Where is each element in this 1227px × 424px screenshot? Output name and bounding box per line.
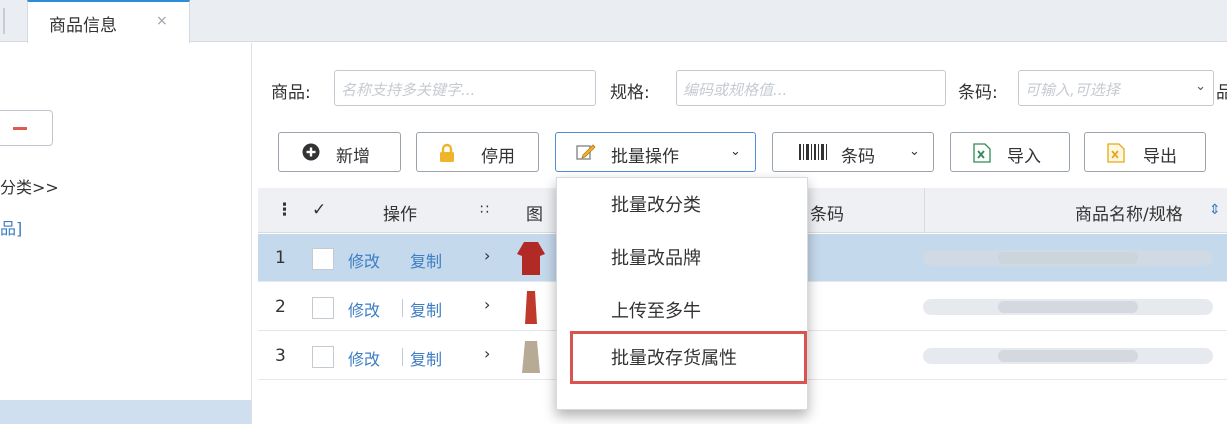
barcode-label: 条码: xyxy=(958,83,998,103)
chevron-right-icon[interactable]: › xyxy=(484,246,490,265)
lock-icon xyxy=(440,143,454,162)
row-checkbox[interactable] xyxy=(312,248,334,270)
column-divider xyxy=(924,188,925,233)
barcode-icon xyxy=(799,144,827,160)
copy-link[interactable]: 复制 xyxy=(410,297,442,321)
link-separator xyxy=(402,299,403,317)
header-image: 图 xyxy=(526,205,543,225)
row-checkbox[interactable] xyxy=(312,297,334,319)
category-tree-link[interactable]: 品] xyxy=(0,215,22,239)
spec-label: 规格: xyxy=(610,83,650,103)
search-row: 商品: 名称支持多关键字... 规格: 编码或规格值... 条码: 可输入,可选… xyxy=(258,70,1227,106)
import-button[interactable]: 导入 xyxy=(950,132,1070,172)
tab-separator xyxy=(3,8,5,34)
menu-item-label: 上传至多牛 xyxy=(611,301,701,322)
menu-item-label: 批量改品牌 xyxy=(611,248,701,269)
header-name[interactable]: 商品名称/规格 xyxy=(1075,200,1183,225)
tab-label: 商品信息 xyxy=(49,16,117,36)
barcode-button-label: 条码 xyxy=(841,147,875,167)
link-separator xyxy=(402,348,403,366)
edit-icon xyxy=(576,144,596,160)
copy-link[interactable]: 复制 xyxy=(410,248,442,272)
blurred-product-spec xyxy=(998,350,1138,362)
batch-ops-label: 批量操作 xyxy=(611,147,679,167)
excel-icon xyxy=(973,143,991,163)
menu-item-label: 批量改分类 xyxy=(611,195,701,216)
product-label: 商品: xyxy=(271,83,311,103)
menu-item-upload-duoniu[interactable]: 上传至多牛 xyxy=(557,284,807,337)
menu-item-batch-inventory-attr[interactable]: 批量改存货属性 xyxy=(570,331,807,384)
close-icon[interactable]: × xyxy=(156,13,168,29)
tab-bar: 商品信息 × xyxy=(0,0,1227,43)
product-thumbnail xyxy=(525,291,537,324)
plus-circle-icon xyxy=(302,143,320,161)
spec-search-input[interactable]: 编码或规格值... xyxy=(676,70,946,106)
minus-icon xyxy=(13,127,27,130)
edit-link[interactable]: 修改 xyxy=(348,346,380,370)
menu-item-batch-category[interactable]: 批量改分类 xyxy=(557,178,807,231)
barcode-select-placeholder: 可输入,可选择 xyxy=(1025,81,1120,99)
blurred-product-spec xyxy=(998,252,1138,264)
row-checkbox[interactable] xyxy=(312,346,334,368)
export-button[interactable]: 导出 xyxy=(1084,132,1206,172)
product-search-input[interactable]: 名称支持多关键字... xyxy=(334,70,596,106)
selected-tree-row[interactable] xyxy=(0,400,251,424)
collapse-button[interactable] xyxy=(0,110,53,146)
product-thumbnail xyxy=(517,242,545,275)
menu-item-label: 批量改存货属性 xyxy=(611,348,737,369)
select-all-check-icon[interactable]: ✓ xyxy=(312,200,326,220)
header-ops: 操作 xyxy=(383,205,417,225)
barcode-select[interactable]: 可输入,可选择 ⌄ xyxy=(1018,70,1214,106)
chevron-down-icon: ⌄ xyxy=(909,144,920,159)
row-number: 1 xyxy=(275,248,286,268)
copy-link[interactable]: 复制 xyxy=(410,346,442,370)
blurred-product-spec xyxy=(998,301,1138,313)
edit-link[interactable]: 修改 xyxy=(348,248,380,272)
barcode-button[interactable]: 条码 ⌄ xyxy=(772,132,934,172)
export-button-label: 导出 xyxy=(1143,147,1177,167)
excel-icon xyxy=(1107,143,1125,163)
chevron-down-icon: ⌄ xyxy=(1195,79,1206,94)
disable-button-label: 停用 xyxy=(481,147,515,167)
row-number: 2 xyxy=(275,297,286,317)
category-tree-node[interactable]: 分类>> xyxy=(0,174,59,198)
drag-grid-icon[interactable]: ∷ xyxy=(480,202,489,218)
chevron-right-icon[interactable]: › xyxy=(484,344,490,363)
batch-ops-menu: 批量改分类 批量改品牌 上传至多牛 批量改存货属性 xyxy=(556,177,808,410)
import-button-label: 导入 xyxy=(1007,147,1041,167)
category-panel: 分类>> 品] xyxy=(0,43,252,424)
chevron-down-icon: ⌄ xyxy=(730,144,741,159)
edit-link[interactable]: 修改 xyxy=(348,297,380,321)
chevron-right-icon[interactable]: › xyxy=(484,295,490,314)
batch-ops-button[interactable]: 批量操作 ⌄ xyxy=(555,132,756,172)
disable-button[interactable]: 停用 xyxy=(416,132,539,172)
toolbar: 新增 停用 批量操作 ⌄ 条码 ⌄ 导入 导出 xyxy=(258,132,1227,172)
brand-label: 品 xyxy=(1216,83,1227,103)
add-button-label: 新增 xyxy=(336,147,370,167)
header-barcode: 条码 xyxy=(810,205,844,225)
row-number: 3 xyxy=(275,346,286,366)
menu-item-batch-brand[interactable]: 批量改品牌 xyxy=(557,231,807,284)
sort-icon[interactable]: ⇕ xyxy=(1209,202,1221,218)
add-button[interactable]: 新增 xyxy=(278,132,401,172)
column-menu-icon[interactable]: ⋮ xyxy=(276,200,293,220)
product-thumbnail xyxy=(522,341,540,373)
tab-product-info[interactable]: 商品信息 × xyxy=(27,0,190,43)
